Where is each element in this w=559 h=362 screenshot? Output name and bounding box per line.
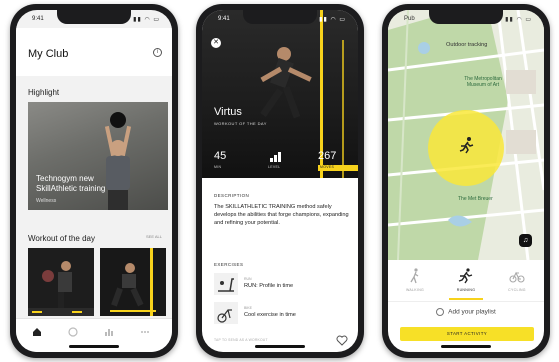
workout-subtitle: WORKOUT OF THE DAY (214, 121, 267, 126)
mode-label: RUNNING (456, 288, 476, 292)
map-label-breuer: The Met Breuer (458, 196, 493, 202)
stat-moves-label: MOVES (318, 165, 358, 171)
phone-my-club: 9:41 ▮▮ ◠ ▭ My Club i Highlight Technogy… (10, 4, 178, 358)
stat-level-label: LEVEL (268, 165, 281, 169)
exercise-name: RUN: Profile in time (244, 283, 294, 289)
museum-line2: Museum of Art (466, 82, 500, 88)
workout-title: Virtus (214, 106, 242, 118)
mode-label: CYCLING (508, 288, 526, 292)
more-icon[interactable] (140, 327, 150, 337)
mode-cycling[interactable]: CYCLING (492, 260, 542, 300)
exercise-row[interactable]: RUN RUN: Profile in time (214, 273, 350, 297)
exercise-tag: RUN (244, 277, 252, 281)
start-activity-button[interactable]: START ACTIVITY (400, 327, 534, 341)
screen-my-club: 9:41 ▮▮ ◠ ▭ My Club i Highlight Technogy… (16, 10, 172, 352)
mode-label: WALKING (405, 288, 425, 292)
stats-icon[interactable] (104, 327, 114, 337)
bike-icon (214, 302, 238, 324)
exercises-heading: EXERCISES (214, 262, 244, 267)
cycling-icon (509, 271, 525, 283)
signal-icon: ▮▮ ◠ ▭ (505, 17, 532, 23)
wod-heading: Workout of the day (28, 234, 95, 243)
exercise-name: Cool exercise in time (244, 312, 296, 318)
mode-walking[interactable]: WALKING (390, 260, 440, 300)
description-heading: DESCRIPTION (214, 193, 250, 198)
clock-icon[interactable] (68, 327, 78, 337)
runner-icon (459, 137, 474, 154)
stat-moves-value: 267 (318, 150, 337, 162)
athlete-image (104, 112, 132, 210)
screen-outdoor-tracking: Pub ▮▮ ◠ ▭ Outdoor tracking The Metropol… (388, 10, 544, 352)
map-title-outdoor: Outdoor tracking (446, 42, 488, 48)
running-icon (458, 268, 473, 284)
notch (429, 10, 503, 24)
highlight-headline-line2: SkillAthletic training (36, 184, 106, 193)
exercise-tag: BIKE (244, 306, 252, 310)
heart-icon[interactable] (336, 335, 348, 346)
notch (243, 10, 317, 24)
highlight-subtitle: Wellness (36, 198, 57, 204)
notch (57, 10, 131, 24)
treadmill-icon (214, 273, 238, 295)
page-title: My Club (28, 48, 69, 60)
music-icon[interactable]: ♫ (519, 234, 532, 247)
home-icon[interactable] (32, 327, 42, 337)
level-bars-icon (270, 152, 281, 162)
highlight-headline: Technogym new SkillAthletic training (36, 174, 146, 194)
walking-icon (410, 268, 419, 284)
status-time: 9:41 (32, 16, 44, 22)
highlight-headline-line1: Technogym new (36, 174, 94, 183)
wod-image-1 (28, 248, 94, 316)
signal-icon: ▮▮ ◠ ▭ (133, 17, 160, 23)
wod-thumbnail-1[interactable] (28, 248, 94, 316)
stat-duration-value: 45 (214, 150, 227, 162)
map-label-museum: The Metropolitan Museum of Art (448, 76, 518, 88)
signal-icon: ▮▮ ◠ ▭ (319, 17, 346, 23)
activity-mode-selector: WALKING RUNNING CYCLING (388, 260, 544, 302)
exercise-row[interactable]: BIKE Cool exercise in time (214, 302, 350, 326)
wod-thumbnail-2[interactable] (100, 248, 166, 316)
status-time: 9:41 (218, 16, 230, 22)
phone-outdoor-tracking: Pub ▮▮ ◠ ▭ Outdoor tracking The Metropol… (382, 4, 550, 358)
add-playlist-row[interactable]: Add your playlist (388, 308, 544, 324)
home-indicator (441, 345, 491, 348)
info-icon[interactable]: i (153, 48, 162, 57)
phone-workout: 9:41 ▮▮ ◠ ▭ ✕ Virtus WORKOUT OF THE DAY … (196, 4, 364, 358)
screen-workout: 9:41 ▮▮ ◠ ▭ ✕ Virtus WORKOUT OF THE DAY … (202, 10, 358, 352)
workout-hero: 9:41 ▮▮ ◠ ▭ ✕ Virtus WORKOUT OF THE DAY … (202, 10, 358, 178)
highlight-heading: Highlight (28, 88, 60, 97)
status-time: Pub (404, 16, 415, 22)
home-indicator (255, 345, 305, 348)
playlist-label: Add your playlist (448, 308, 496, 316)
highlight-card[interactable]: Technogym new SkillAthletic training Wel… (28, 102, 168, 210)
see-all-link[interactable]: SEE ALL (146, 234, 162, 239)
stat-duration-label: MIN (214, 165, 222, 169)
map-view[interactable]: Pub ▮▮ ◠ ▭ Outdoor tracking The Metropol… (388, 10, 544, 260)
close-button[interactable]: ✕ (211, 38, 221, 48)
playlist-icon (436, 308, 445, 316)
wod-image-2 (100, 248, 166, 316)
mode-running[interactable]: RUNNING (441, 260, 491, 300)
description-text: The SKILLATHLETIC TRAINING method safely… (214, 204, 349, 226)
home-indicator (69, 345, 119, 348)
send-workout-label[interactable]: TAP TO SEND AS A WORKOUT (214, 338, 268, 342)
